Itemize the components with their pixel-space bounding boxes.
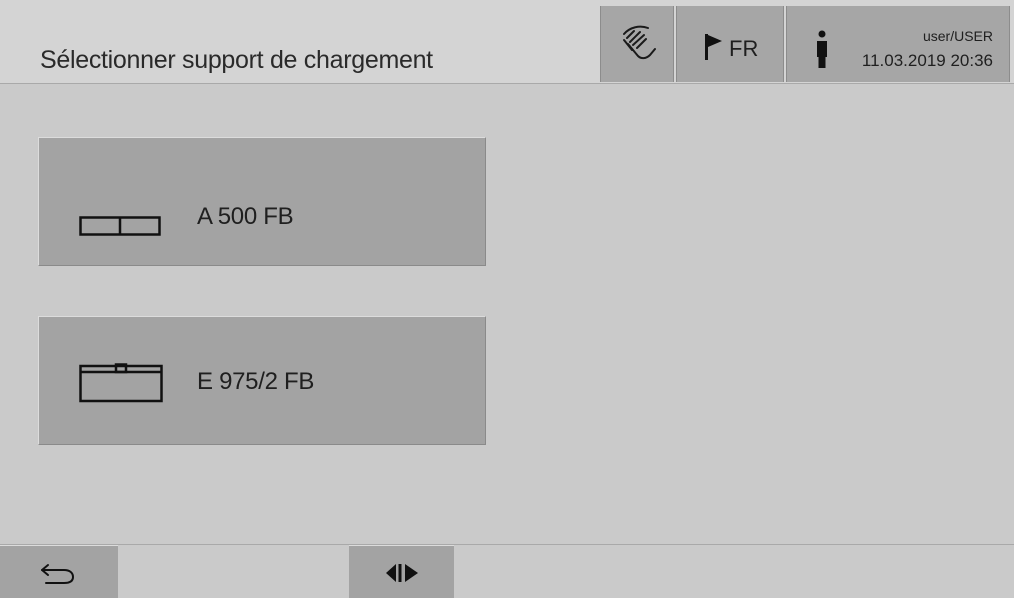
user-name: user/USER — [922, 28, 993, 44]
split-view-button[interactable] — [349, 545, 454, 598]
page-title: Sélectionner support de chargement — [40, 46, 433, 74]
back-arrow-icon — [41, 564, 74, 584]
flag-icon — [705, 34, 722, 60]
person-icon — [817, 30, 827, 68]
clean-screen-button[interactable] — [600, 6, 674, 82]
rack-double-icon — [79, 216, 161, 236]
language-button[interactable]: FR — [676, 6, 784, 82]
rack-option-a500fb[interactable]: A 500 FB — [38, 137, 486, 266]
language-label: FR — [729, 36, 759, 61]
rack-label: A 500 FB — [197, 203, 294, 230]
date-time: 11.03.2019 20:36 — [861, 51, 993, 70]
header-bar: Sélectionner support de chargement FR us… — [0, 0, 1014, 84]
hand-wipe-icon — [623, 25, 656, 60]
user-info-button[interactable]: user/USER 11.03.2019 20:36 — [786, 6, 1010, 82]
rack-option-e975-2fb[interactable]: E 975/2 FB — [38, 316, 486, 445]
rack-label: E 975/2 FB — [197, 368, 315, 395]
back-button[interactable] — [0, 545, 118, 598]
rack-tray-icon — [79, 363, 163, 403]
split-view-icon — [386, 564, 418, 582]
footer-bar — [0, 544, 1014, 598]
